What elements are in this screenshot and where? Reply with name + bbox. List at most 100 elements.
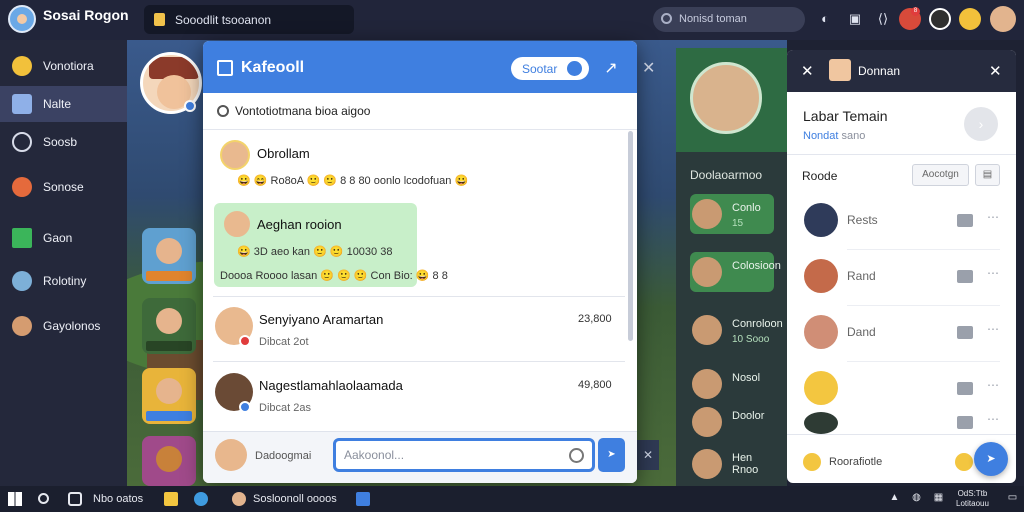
- taskbar-text[interactable]: Nbo oatos: [93, 493, 143, 505]
- folder-icon[interactable]: [164, 492, 178, 506]
- message-item[interactable]: Senyiyano Aramartan 23,800 Dibcat 2ot: [203, 303, 623, 363]
- avatar: [692, 449, 722, 479]
- sidebar-item-label: Gayolonos: [43, 319, 101, 333]
- message-item[interactable]: Obrollam 😀 😄 Ro8oA 🙂 🙂 8 8 80 oonlo lcod…: [203, 136, 623, 196]
- sidebar-item-6[interactable]: Gayolonos: [0, 308, 127, 344]
- list-item[interactable]: Conroloon 10 Sooo: [690, 310, 783, 350]
- more-icon[interactable]: ⋯: [987, 378, 999, 392]
- clock-icon[interactable]: [569, 448, 584, 463]
- wifi-icon[interactable]: ◍: [910, 492, 923, 505]
- more-icon[interactable]: ⋯: [987, 412, 999, 426]
- network-icon[interactable]: ▲: [888, 492, 901, 505]
- team-member-name: Rand: [847, 269, 876, 283]
- message-icon[interactable]: ▣: [845, 9, 865, 29]
- browser-icon[interactable]: [194, 492, 208, 506]
- taskbar-app-label[interactable]: Sosloonoll oooos: [253, 493, 337, 505]
- list-item[interactable]: Hen Rnoo: [690, 444, 774, 484]
- face-icon: [156, 308, 182, 334]
- message-item[interactable]: Nagestlamahlaolaamada 49,800 Dibcat 2as: [203, 369, 623, 429]
- team-action-button[interactable]: ›: [964, 107, 998, 141]
- list-item[interactable]: Doolor: [690, 402, 774, 442]
- team-member-row[interactable]: Rests ⋯: [787, 194, 1016, 250]
- avatar: [692, 407, 722, 437]
- team-panel-header-title: Donnan: [858, 64, 901, 78]
- emoji-status-icon[interactable]: [959, 8, 981, 30]
- message-icon[interactable]: [957, 326, 973, 339]
- close-icon[interactable]: ✕: [989, 62, 1002, 80]
- more-icon[interactable]: ⋯: [987, 266, 999, 280]
- chat-scrollbar[interactable]: [628, 131, 633, 341]
- sort-button-label: Sootar: [522, 62, 558, 76]
- sidebar-item-1[interactable]: Nalte: [0, 86, 127, 122]
- team-subtitle: Nondat sano: [803, 130, 865, 142]
- radio-icon[interactable]: [217, 105, 229, 117]
- message-icon[interactable]: [957, 214, 973, 227]
- app-title: Sosai Rogon: [43, 7, 129, 23]
- monkey-icon: [12, 316, 32, 336]
- thumbnail-card[interactable]: [142, 228, 196, 284]
- floating-action-button[interactable]: ➤: [974, 442, 1008, 476]
- start-icon[interactable]: [8, 492, 22, 506]
- quick-search-box[interactable]: Sooodlit tsooanon: [144, 5, 354, 34]
- background-close-icon[interactable]: ✕: [642, 58, 658, 77]
- list-item-title: Conroloon: [732, 318, 783, 330]
- avatar: [804, 315, 838, 349]
- sidebar-item-3[interactable]: Sonose: [0, 169, 127, 205]
- app-logo-icon[interactable]: [8, 5, 36, 33]
- background-close-button[interactable]: ✕: [637, 440, 659, 470]
- thumbnail-card[interactable]: [142, 298, 196, 354]
- message-item[interactable]: Aeghan rooion 😀 3D aeo kan 🙂 🙂 10030 38 …: [203, 203, 623, 287]
- message-text: 😀 😄 Ro8oA 🙂 🙂 8 8 80 oonlo lcodofuan 😀: [237, 175, 469, 187]
- more-icon[interactable]: ⋯: [987, 210, 999, 224]
- sidebar-item-4[interactable]: Gaon: [0, 220, 127, 256]
- message-icon[interactable]: [957, 382, 973, 395]
- list-item[interactable]: Nosol: [690, 364, 774, 404]
- avatar: [829, 59, 851, 81]
- pinned-app-icon[interactable]: [356, 492, 370, 506]
- divider: [213, 296, 625, 297]
- task-view-icon[interactable]: [68, 492, 82, 506]
- search-input[interactable]: Nonisd toman: [653, 7, 805, 32]
- more-icon[interactable]: ⋯: [987, 322, 999, 336]
- close-icon[interactable]: ✕: [801, 62, 814, 80]
- list-item[interactable]: Conlo 15: [690, 194, 774, 234]
- message-input-placeholder: Aakoonol...: [344, 448, 405, 462]
- taskbar-clock[interactable]: OdS:Ttb Lotitaouu: [956, 489, 989, 509]
- chat-window: Kafeooll Sootar ↗ Vontotiotmana bioa aig…: [203, 41, 637, 483]
- sidebar-item-5[interactable]: Rolotiny: [0, 263, 127, 299]
- keyboard-icon[interactable]: ▦: [932, 492, 945, 505]
- send-button[interactable]: ➤: [598, 438, 625, 472]
- emoji-icon: [12, 56, 32, 76]
- list-item[interactable]: Colosioon: [690, 252, 781, 292]
- message-icon[interactable]: [957, 270, 973, 283]
- emoji-icon[interactable]: [803, 453, 821, 471]
- top-bar: Sosai Rogon Sooodlit tsooanon Nonisd tom…: [0, 0, 1024, 40]
- message-time: 49,800: [578, 379, 612, 391]
- sidebar-item-2[interactable]: Soosb: [0, 124, 127, 160]
- message-icon[interactable]: [957, 416, 973, 429]
- compass-icon[interactable]: ◐: [815, 9, 835, 29]
- chat-window-icon: [217, 60, 233, 76]
- footer-label: Roorafiotle: [829, 456, 883, 468]
- notification-center-icon[interactable]: ▭: [1006, 492, 1019, 505]
- team-member-row[interactable]: Dand ⋯: [787, 306, 1016, 362]
- user-avatar[interactable]: [929, 8, 951, 30]
- sort-button[interactable]: Sootar: [511, 57, 589, 80]
- link-icon[interactable]: ⟨⟩: [873, 9, 893, 29]
- emoji-icon[interactable]: [955, 453, 973, 471]
- share-icon[interactable]: ↗: [601, 58, 621, 78]
- sidebar-item-0[interactable]: Vonotiora: [0, 48, 127, 84]
- team-subtitle-link[interactable]: Nondat: [803, 130, 838, 142]
- avatar: [690, 62, 762, 134]
- search-icon[interactable]: [38, 493, 49, 504]
- team-member-row[interactable]: Rand ⋯: [787, 250, 1016, 306]
- app-avatar-icon[interactable]: [232, 492, 246, 506]
- filter-button[interactable]: ▤: [975, 164, 1000, 186]
- thumbnail-card[interactable]: [142, 436, 196, 486]
- avatar: [804, 412, 838, 434]
- profile-avatar[interactable]: [990, 6, 1016, 32]
- status-row[interactable]: Vontotiotmana bioa aigoo: [203, 93, 637, 130]
- message-input[interactable]: Aakoonol...: [333, 438, 595, 472]
- accept-button[interactable]: Aocotgn: [912, 164, 969, 186]
- thumbnail-card[interactable]: [142, 368, 196, 424]
